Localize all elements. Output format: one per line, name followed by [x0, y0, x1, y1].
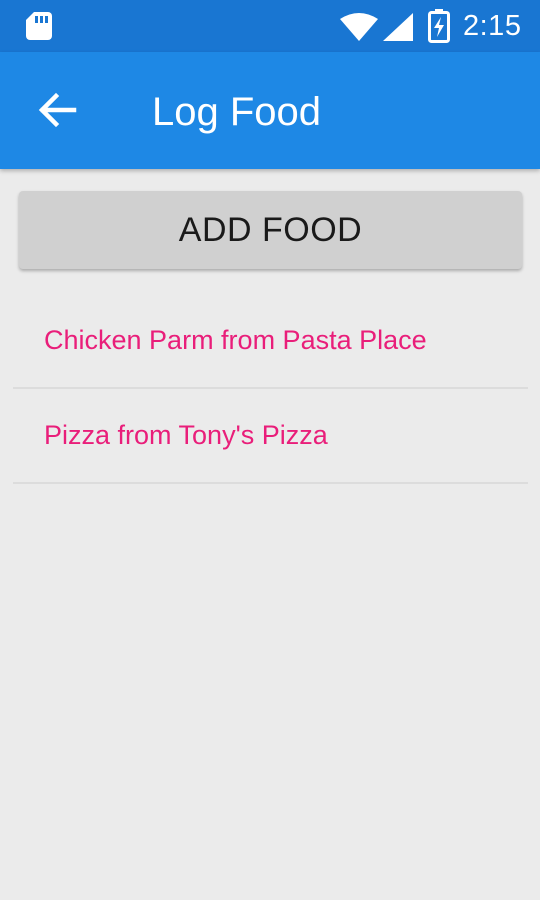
status-time: 2:15	[463, 10, 522, 42]
sd-card-icon	[26, 12, 52, 40]
list-item[interactable]: Pizza from Tony's Pizza	[13, 389, 528, 484]
page-title: Log Food	[152, 90, 322, 134]
add-food-button[interactable]: ADD FOOD	[19, 191, 522, 269]
food-list: Chicken Parm from Pasta Place Pizza from…	[13, 294, 528, 484]
app-bar: Log Food	[0, 52, 540, 169]
wifi-icon	[340, 13, 378, 41]
battery-charging-icon	[428, 9, 450, 43]
status-bar: 2:15	[0, 0, 540, 52]
food-item-label: Pizza from Tony's Pizza	[44, 420, 328, 450]
arrow-back-icon[interactable]	[36, 90, 78, 130]
list-item[interactable]: Chicken Parm from Pasta Place	[13, 294, 528, 389]
signal-icon	[383, 13, 413, 41]
food-item-label: Chicken Parm from Pasta Place	[44, 325, 427, 355]
